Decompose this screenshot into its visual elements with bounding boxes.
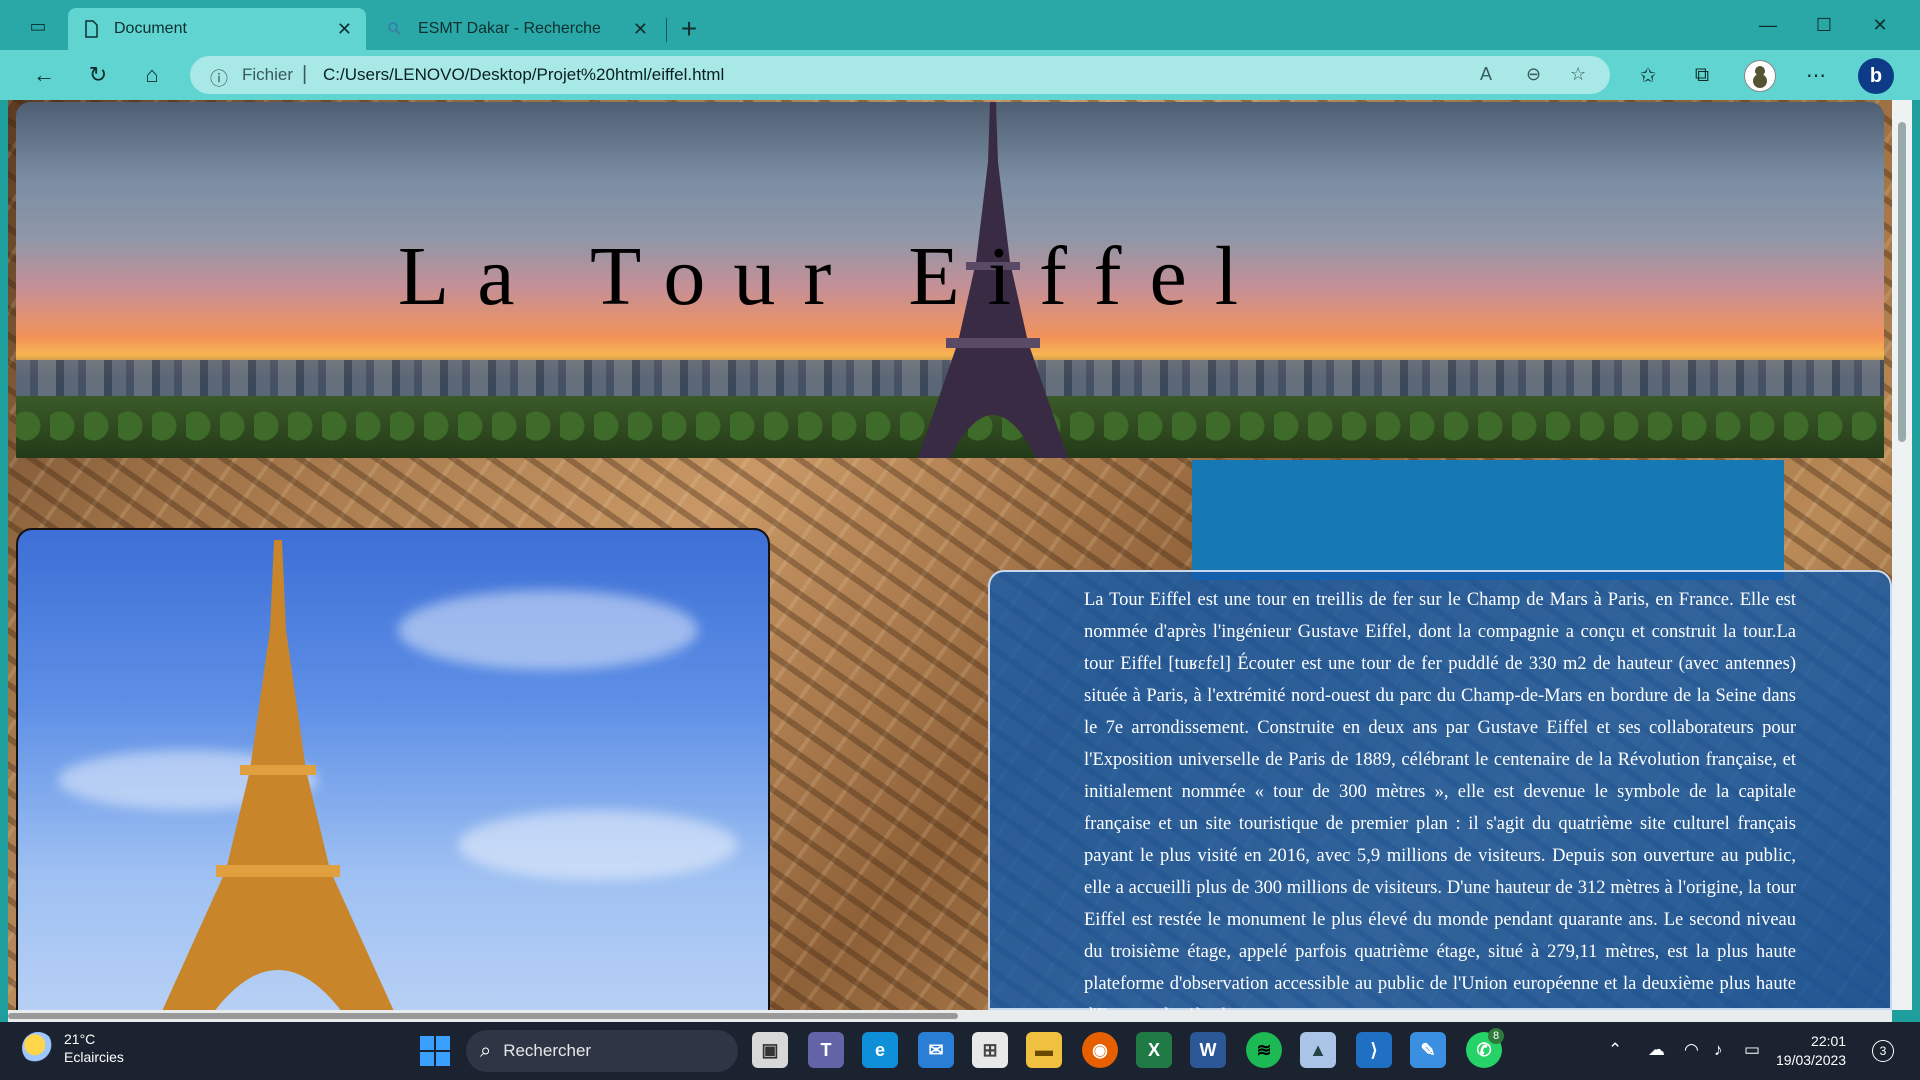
home-icon[interactable]: ⌂	[134, 57, 170, 93]
scroll-thumb[interactable]	[8, 1013, 958, 1019]
edge-icon[interactable]: e	[862, 1032, 898, 1068]
taskbar-search[interactable]: ⌕ Rechercher	[466, 1030, 738, 1072]
store-icon[interactable]: ⊞	[972, 1032, 1008, 1068]
weather-desc: Eclaircies	[64, 1049, 124, 1065]
scroll-thumb[interactable]	[1898, 122, 1906, 442]
scheme-label: Fichier	[242, 65, 294, 84]
word-icon[interactable]: W	[1190, 1032, 1226, 1068]
tab-esmt-search[interactable]: ESMT Dakar - Recherche ✕	[372, 8, 662, 50]
info-icon[interactable]: ⓘ	[210, 65, 228, 91]
clock-time: 22:01	[1811, 1033, 1847, 1049]
whatsapp-badge: 8	[1488, 1028, 1504, 1044]
vscode-icon[interactable]: ⟩	[1356, 1032, 1392, 1068]
horizontal-scrollbar[interactable]	[8, 1010, 1892, 1022]
article-text: La Tour Eiffel est une tour en treillis …	[1084, 590, 1796, 1010]
photos-icon[interactable]: ▲	[1300, 1032, 1336, 1068]
wifi-icon[interactable]: ◠	[1684, 1040, 1699, 1060]
vertical-scrollbar[interactable]	[1892, 100, 1912, 1010]
refresh-icon[interactable]: ↻	[80, 57, 116, 93]
bing-chat-icon[interactable]: b	[1858, 58, 1894, 94]
weather-widget[interactable]: 21°C Eclaircies	[22, 1030, 124, 1066]
article-panel: La Tour Eiffel est une tour en treillis …	[988, 570, 1892, 1010]
chevron-up-icon[interactable]: ⌃	[1608, 1040, 1622, 1060]
search-icon: ⌕	[480, 1039, 492, 1062]
firefox-icon[interactable]: ◉	[1082, 1032, 1118, 1068]
cloud-shape	[398, 590, 698, 670]
weather-temp: 21°C	[64, 1031, 96, 1047]
browser-titlebar: ▭ Document ✕ ESMT Dakar - Recherche ✕ + …	[0, 0, 1920, 50]
eiffel-tower-photo	[16, 528, 770, 1010]
onedrive-icon[interactable]: ☁	[1648, 1040, 1665, 1060]
tab-label: Document	[114, 20, 187, 37]
address-bar[interactable]: ⓘ Fichier | C:/Users/LENOVO/Desktop/Proj…	[190, 56, 1610, 94]
paint-icon[interactable]: ✎	[1410, 1032, 1446, 1068]
teams-icon[interactable]: T	[808, 1032, 844, 1068]
url-text[interactable]: C:/Users/LENOVO/Desktop/Projet%20html/ei…	[323, 65, 724, 85]
search-icon	[386, 20, 404, 38]
mail-icon[interactable]: ✉	[918, 1032, 954, 1068]
cloud-shape	[458, 810, 738, 880]
excel-icon[interactable]: X	[1136, 1032, 1172, 1068]
collections-icon[interactable]: ⧉	[1686, 59, 1718, 91]
document-icon	[82, 20, 100, 38]
back-arrow-icon[interactable]: ←	[26, 57, 62, 93]
page-title: La Tour Eiffel	[397, 230, 1267, 323]
close-window-button[interactable]: ✕	[1852, 0, 1908, 50]
minimize-button[interactable]: —	[1740, 0, 1796, 50]
battery-icon[interactable]: ▭	[1744, 1040, 1760, 1060]
windows-start-icon[interactable]	[420, 1036, 450, 1066]
tab-label: ESMT Dakar - Recherche	[418, 20, 601, 37]
windows-taskbar: 21°C Eclaircies ⌕ Rechercher ▣ T e ✉ ⊞ ▬…	[0, 1022, 1920, 1080]
hero-banner: La Tour Eiffel	[16, 102, 1884, 458]
clock-date: 19/03/2023	[1776, 1052, 1847, 1068]
tab-separator	[666, 18, 667, 42]
address-divider: |	[302, 63, 308, 85]
close-tab-icon[interactable]: ✕	[337, 19, 352, 40]
file-explorer-icon[interactable]: ▬	[1026, 1032, 1062, 1068]
task-view-icon[interactable]: ▣	[752, 1032, 788, 1068]
browser-toolbar: ← ↻ ⌂ ⓘ Fichier | C:/Users/LENOVO/Deskto…	[0, 50, 1920, 100]
search-label: Rechercher	[503, 1041, 592, 1060]
tab-actions-icon[interactable]: ▭	[20, 8, 56, 44]
spotify-icon[interactable]: ≋	[1246, 1032, 1282, 1068]
close-tab-icon[interactable]: ✕	[633, 19, 648, 40]
tab-document[interactable]: Document ✕	[68, 8, 366, 50]
blue-header-block	[1192, 460, 1784, 580]
weather-icon	[22, 1032, 54, 1064]
zoom-out-icon[interactable]: ⊖	[1526, 64, 1541, 85]
golden-tower-shape	[162, 540, 394, 1010]
maximize-button[interactable]: ☐	[1796, 0, 1852, 50]
system-clock[interactable]: 22:01 19/03/2023	[1776, 1032, 1846, 1070]
add-favorite-icon[interactable]: ☆	[1570, 64, 1586, 85]
more-options-icon[interactable]: ⋯	[1800, 59, 1832, 91]
new-tab-button[interactable]: +	[672, 12, 706, 46]
web-page: La Tour Eiffel La Tour Eiffel est une to…	[8, 100, 1892, 1010]
profile-avatar[interactable]	[1744, 60, 1776, 92]
notification-count[interactable]: 3	[1872, 1040, 1894, 1062]
read-aloud-icon[interactable]: A	[1480, 64, 1492, 85]
favorites-icon[interactable]: ✩	[1632, 59, 1664, 91]
volume-icon[interactable]: ♪	[1714, 1040, 1723, 1060]
